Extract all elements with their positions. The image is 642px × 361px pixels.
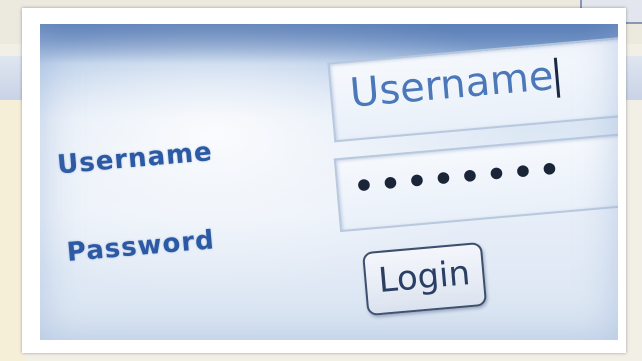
password-input-value: •••••••• [350,146,567,211]
password-label: Password [65,225,216,269]
photo-frame: Username Password Username •••••••• Logi… [22,8,626,353]
password-input[interactable]: •••••••• [333,132,618,233]
username-label: Username [56,137,214,181]
login-button[interactable]: Login [362,241,487,317]
username-input[interactable]: Username [327,36,618,143]
login-form: Username Password Username •••••••• Logi… [40,24,618,340]
login-photo: Username Password Username •••••••• Logi… [40,24,618,340]
username-input-value: Username [348,53,561,117]
